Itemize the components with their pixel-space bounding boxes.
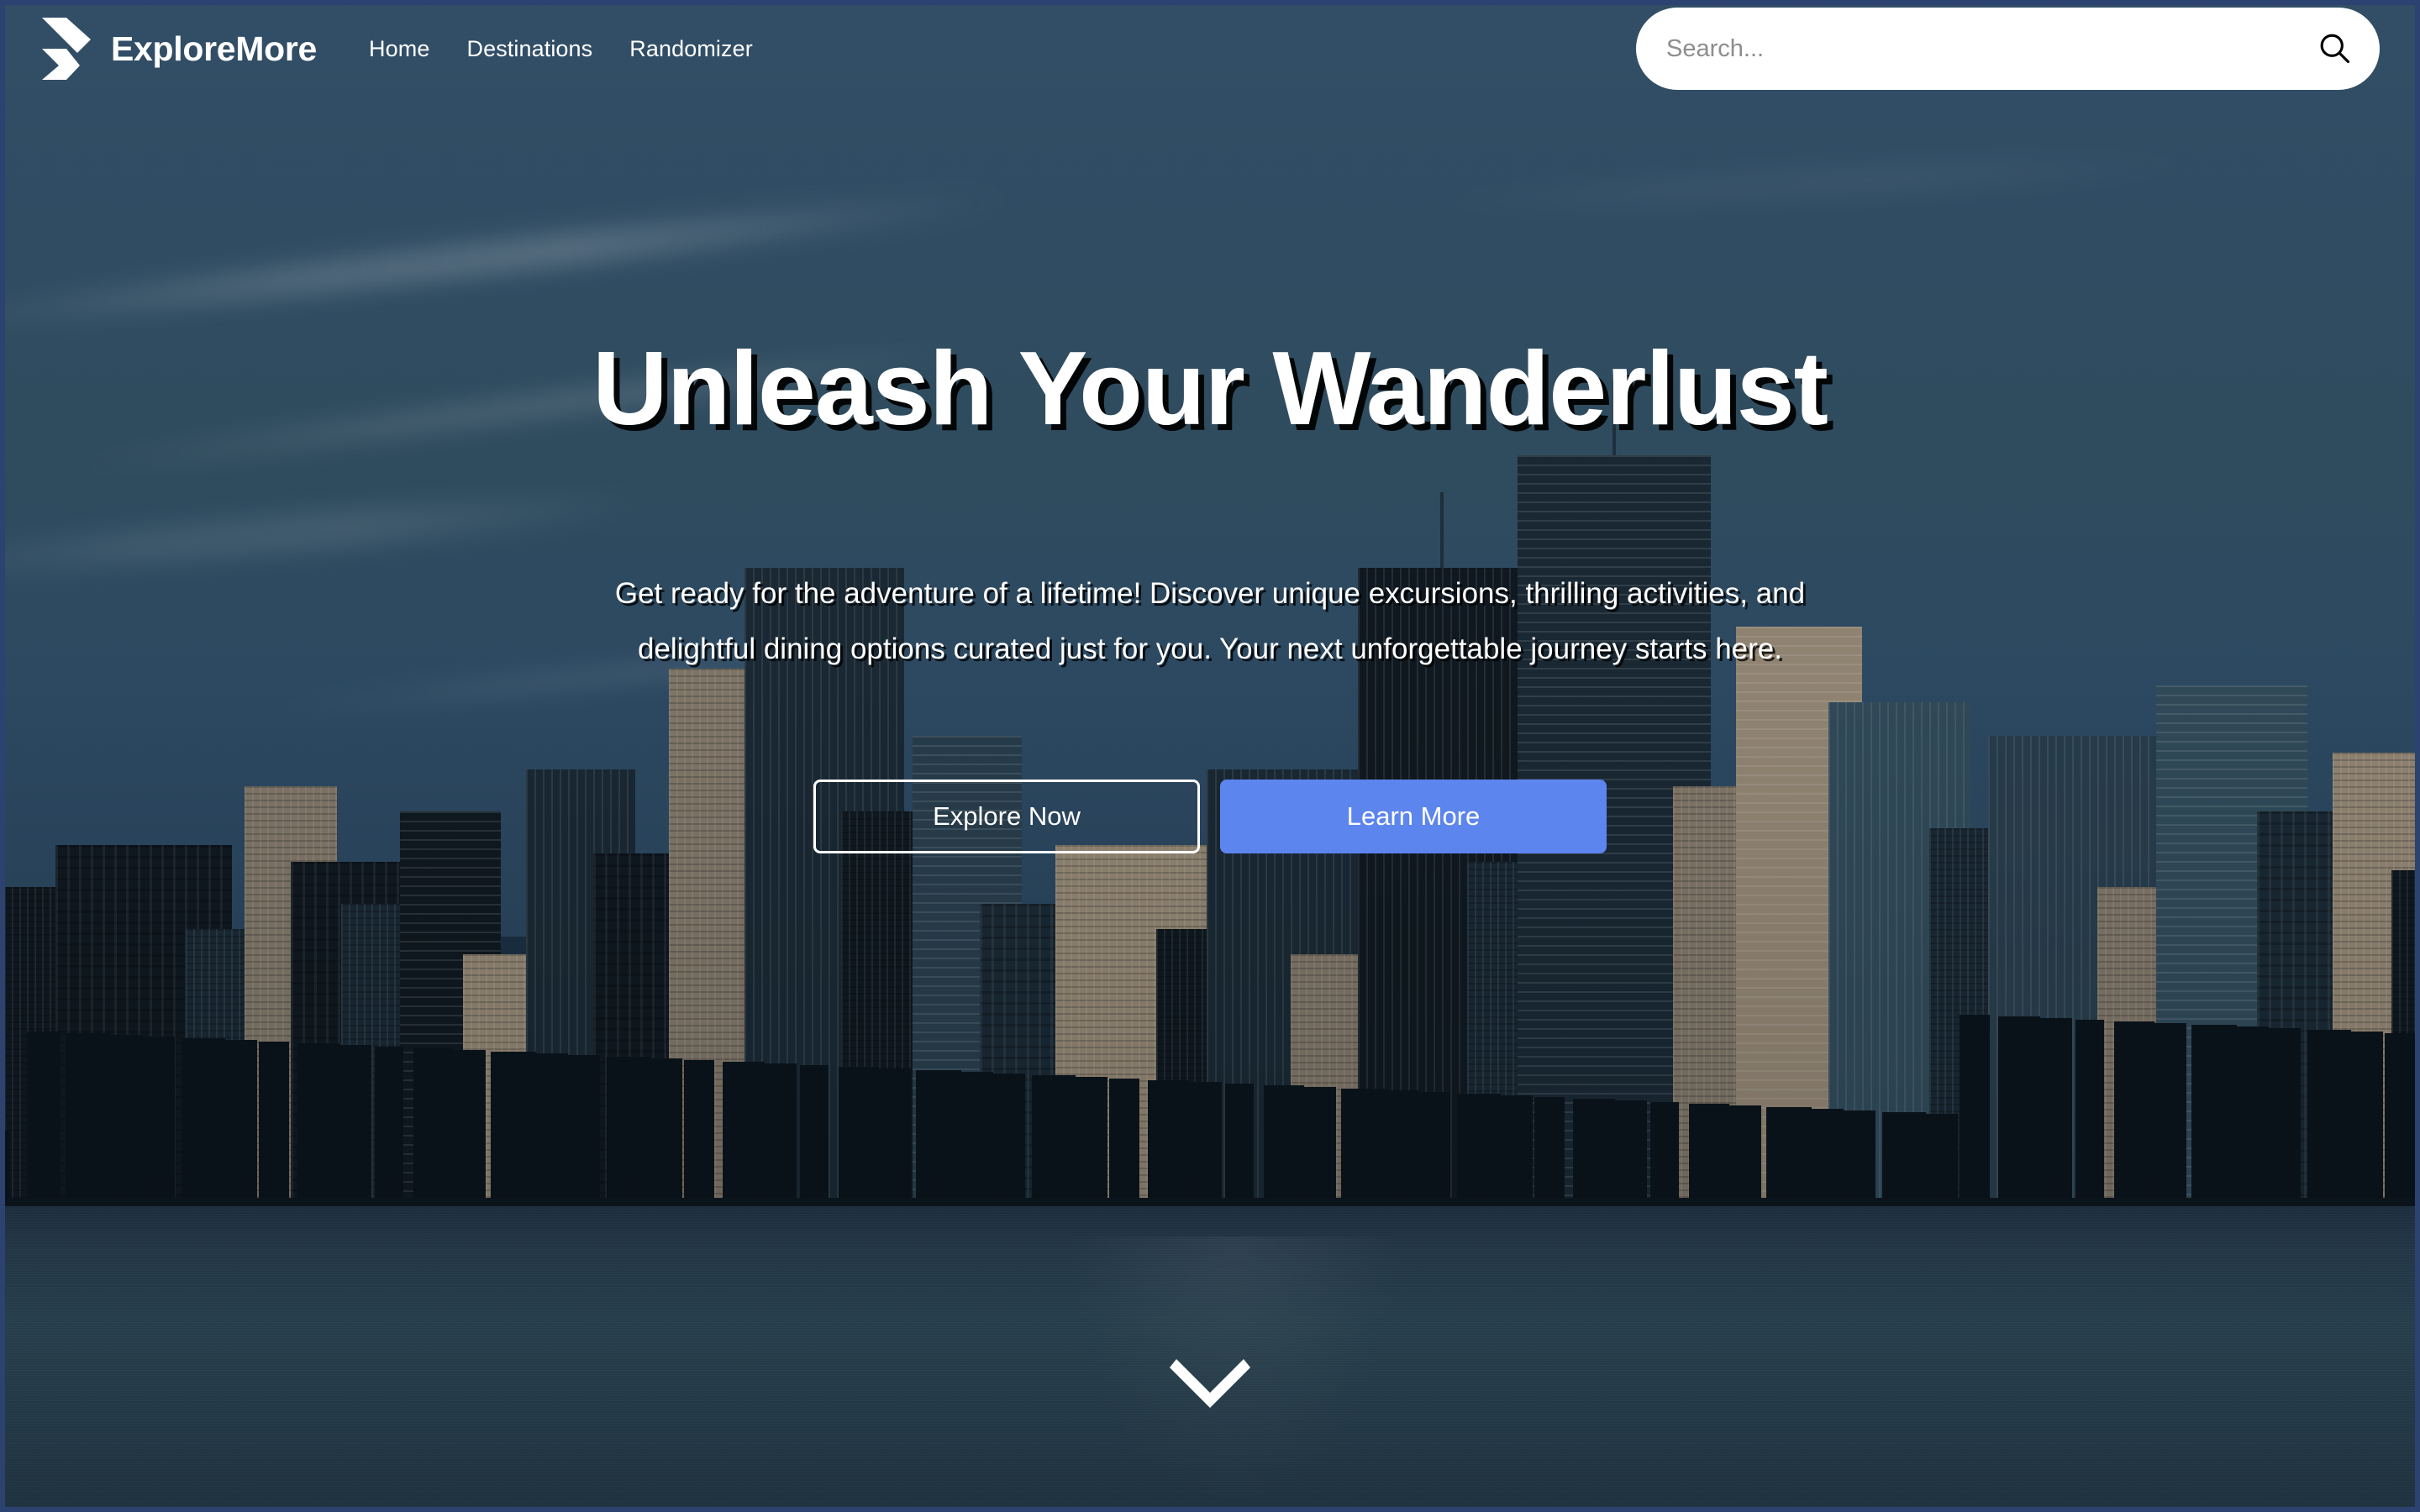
brand-logo-group[interactable]: ExploreMore [42,18,317,80]
hero-cta-group: Explore Now Learn More [813,779,1607,853]
flutter-logo-icon [42,18,94,80]
explore-now-button[interactable]: Explore Now [813,779,1200,853]
search-input[interactable] [1636,8,2380,90]
learn-more-button[interactable]: Learn More [1220,779,1607,853]
hero-background-image [5,5,2415,1507]
search-button[interactable] [2311,25,2358,72]
nav-link-randomizer[interactable]: Randomizer [629,36,753,62]
page-root: ExploreMore Home Destinations Randomizer… [0,0,2420,1512]
brand-name: ExploreMore [111,29,318,68]
search-bar [1636,8,2380,90]
search-icon [2316,29,2353,69]
nav-link-destinations[interactable]: Destinations [466,36,592,62]
chevron-down-icon [1170,1354,1250,1415]
page-title: Unleash Your Wanderlust [592,331,1828,447]
hero-subtext: Get ready for the adventure of a lifetim… [614,577,1806,665]
image-scrim-overlay [5,5,2415,1507]
site-header: ExploreMore Home Destinations Randomizer [5,5,2415,92]
main-nav: Home Destinations Randomizer [369,36,753,62]
scroll-down-button[interactable] [1170,1354,1250,1415]
nav-link-home[interactable]: Home [369,36,429,62]
